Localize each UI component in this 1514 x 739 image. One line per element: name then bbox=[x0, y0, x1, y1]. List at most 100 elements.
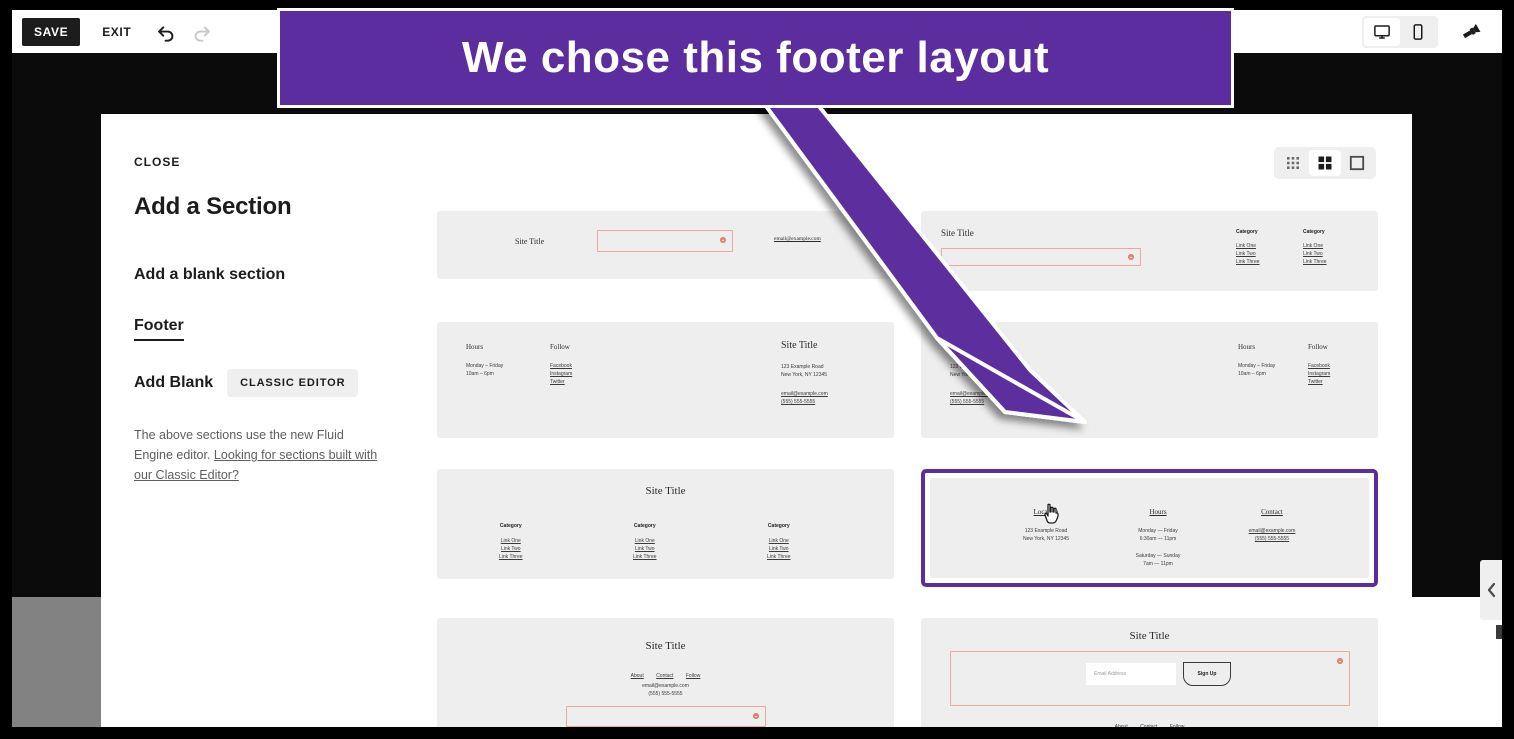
signup-label: Sign Up bbox=[1197, 671, 1217, 677]
site-title: Site Title bbox=[645, 485, 686, 497]
category-heading: Category bbox=[767, 523, 790, 529]
nav-links-row: About Contact Follow bbox=[921, 715, 1378, 727]
classic-editor-button[interactable]: CLASSIC EDITOR bbox=[227, 369, 359, 397]
link-item: Link One bbox=[1303, 243, 1324, 249]
email-address-input[interactable]: Email Address bbox=[1086, 663, 1176, 685]
view-mode-large-button[interactable] bbox=[1341, 150, 1373, 176]
contact-column: Site Title 123 Example Road New York, NY… bbox=[950, 340, 997, 406]
callout-banner: We chose this footer layout bbox=[277, 8, 1234, 108]
hours-heading: Hours bbox=[1149, 508, 1167, 516]
collapse-drawer-button[interactable] bbox=[1480, 560, 1502, 620]
follow-heading: Follow bbox=[550, 343, 570, 351]
social-link: Instagram bbox=[550, 371, 573, 377]
redo-arrow-icon bbox=[194, 25, 211, 42]
link-item: Link Three bbox=[767, 554, 791, 560]
desktop-view-button[interactable] bbox=[1364, 17, 1400, 46]
warning-dot-icon bbox=[720, 237, 726, 243]
view-mode-list-button[interactable] bbox=[1277, 150, 1309, 176]
nav-link: Follow bbox=[685, 673, 701, 679]
category-heading: Category bbox=[633, 523, 656, 529]
email-link: email@example.com bbox=[781, 391, 828, 397]
phone-link: (555) 555-5555 bbox=[950, 399, 985, 405]
tab-footer[interactable]: Footer bbox=[134, 317, 184, 341]
exit-button[interactable]: EXIT bbox=[102, 25, 131, 39]
site-title: Site Title bbox=[645, 640, 686, 652]
footer-layout-6-selected[interactable]: Location 123 Example Road New York, NY 1… bbox=[921, 469, 1378, 587]
hours-weekday-time: 6:30am — 11pm bbox=[1139, 536, 1177, 542]
save-button[interactable]: SAVE bbox=[22, 17, 81, 46]
link-item: Link Three bbox=[1303, 259, 1327, 265]
hours-column: Hours Monday – Friday 10am – 6pm bbox=[466, 343, 503, 378]
fluid-engine-note: The above sections use the new Fluid Eng… bbox=[134, 425, 382, 485]
link-item: Link Three bbox=[633, 554, 657, 560]
site-title: Site Title bbox=[515, 237, 545, 246]
editor-window: SAVE EXIT CLOSE Add a Section Add a blan… bbox=[0, 0, 1514, 739]
address-line-2: New York, NY 12345 bbox=[1022, 536, 1070, 542]
hours-heading: Hours bbox=[1238, 343, 1256, 351]
link-column: Category Link One Link Two Link Three bbox=[1303, 228, 1327, 266]
email-link: email@example.com bbox=[774, 236, 821, 242]
mobile-phone-icon bbox=[1413, 23, 1423, 40]
footer-layout-7[interactable]: Site Title About Contact Follow email@ex… bbox=[437, 618, 894, 727]
add-blank-section-button[interactable]: Add a blank section bbox=[134, 266, 285, 284]
address-line-1: 123 Example Road bbox=[781, 364, 824, 370]
address-line-2: New York, NY 12345 bbox=[950, 372, 997, 378]
chevron-left-icon bbox=[1487, 582, 1495, 598]
hours-weekday-time: 10am – 6pm bbox=[466, 371, 494, 377]
callout-text: We chose this footer layout bbox=[461, 33, 1050, 82]
link-column: Category Link One Link Two Link Three bbox=[633, 522, 657, 561]
site-title: Site Title bbox=[781, 340, 818, 351]
close-panel-button[interactable]: CLOSE bbox=[134, 155, 180, 169]
warning-dot-icon bbox=[1337, 658, 1343, 664]
mobile-view-button[interactable] bbox=[1400, 18, 1436, 46]
footer-layout-8[interactable]: Site Title Email Address Sign Up About C… bbox=[921, 618, 1378, 727]
social-link: Facebook bbox=[550, 363, 572, 369]
contact-column: Site Title 123 Example Road New York, NY… bbox=[781, 340, 828, 406]
view-mode-grid-button[interactable] bbox=[1309, 150, 1341, 176]
link-item: Link Two bbox=[500, 546, 521, 552]
nav-link: About bbox=[630, 673, 644, 679]
warning-dot-icon bbox=[1128, 254, 1134, 260]
paintbrush-icon bbox=[1462, 23, 1481, 38]
hours-weekend: Saturday — Sunday bbox=[1135, 553, 1181, 559]
pointer-hand-cursor bbox=[1044, 503, 1059, 524]
undo-button[interactable] bbox=[149, 15, 183, 49]
placeholder-block[interactable] bbox=[597, 230, 733, 252]
hours-weekday: Monday – Friday bbox=[466, 363, 504, 369]
contact-info: email@example.com (555) 555-5555 bbox=[437, 682, 894, 698]
toolbar-right-group bbox=[1362, 15, 1502, 49]
category-heading: Category bbox=[1303, 229, 1325, 235]
newsletter-block[interactable]: Email Address Sign Up bbox=[950, 651, 1350, 706]
footer-layout-3[interactable]: Hours Monday – Friday 10am – 6pm Follow … bbox=[437, 322, 894, 438]
hours-weekend-time: 7am — 11pm bbox=[1143, 561, 1173, 567]
dot-grid-icon bbox=[1287, 157, 1299, 169]
follow-heading: Follow bbox=[1308, 343, 1328, 351]
placeholder-block[interactable] bbox=[566, 706, 766, 727]
nav-link: About bbox=[1114, 724, 1128, 727]
footer-layout-4[interactable]: Site Title 123 Example Road New York, NY… bbox=[921, 322, 1378, 438]
footer-layout-5[interactable]: Site Title Category Link One Link Two Li… bbox=[437, 469, 894, 579]
follow-column: Follow Facebook Instagram Twitter bbox=[1308, 343, 1330, 386]
hours-weekday-time: 10am – 6pm bbox=[1238, 371, 1266, 377]
site-styles-button[interactable] bbox=[1454, 15, 1488, 49]
phone-link: (555) 555-5555 bbox=[781, 399, 816, 405]
redo-button[interactable] bbox=[185, 15, 219, 49]
four-square-grid-icon bbox=[1318, 156, 1332, 170]
email-input-placeholder: Email Address bbox=[1094, 671, 1126, 677]
email-link: email@example.com bbox=[642, 683, 689, 689]
footer-layout-2[interactable]: Site Title Category Link One Link Two Li… bbox=[921, 211, 1378, 291]
email-link: email@example.com bbox=[950, 391, 997, 397]
add-blank-label: Add Blank bbox=[134, 374, 214, 391]
signup-button[interactable]: Sign Up bbox=[1183, 662, 1231, 686]
link-item: Link One bbox=[1236, 243, 1257, 249]
category-heading: Category bbox=[499, 523, 522, 529]
nav-link: Contact bbox=[656, 673, 674, 679]
footer-layout-6[interactable]: Location 123 Example Road New York, NY 1… bbox=[930, 478, 1369, 578]
placeholder-block[interactable] bbox=[941, 248, 1141, 266]
address-line-1: 123 Example Road bbox=[950, 364, 993, 370]
link-item: Link One bbox=[634, 538, 655, 544]
hours-column: Hours Monday — Friday 6:30am — 11pm Satu… bbox=[1098, 508, 1218, 568]
link-item: Link Two bbox=[768, 546, 789, 552]
footer-layout-1[interactable]: Site Title email@example.com bbox=[437, 211, 894, 279]
contact-column: Contact email@example.com (555) 555-5555 bbox=[1212, 508, 1332, 543]
